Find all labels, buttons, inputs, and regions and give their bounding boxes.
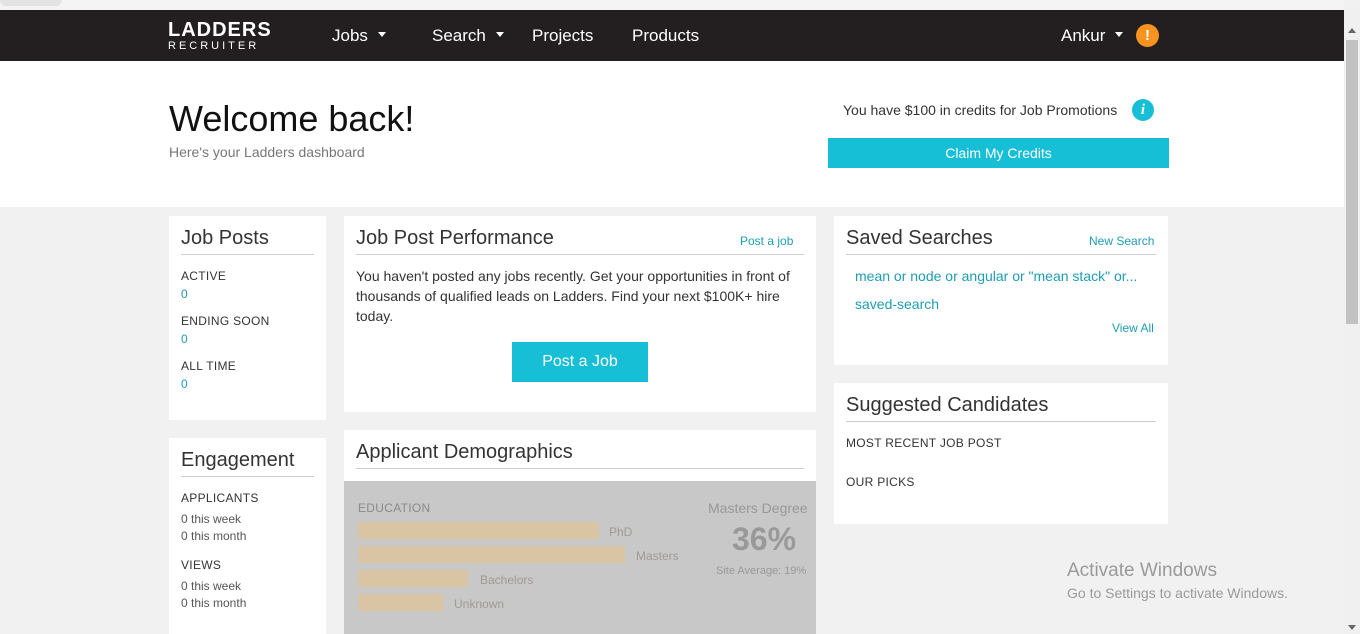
demographics-title: Applicant Demographics	[356, 441, 573, 463]
education-bar-label: Unknown	[454, 597, 505, 611]
applicants-month: 0 this month	[181, 529, 247, 543]
page-title: Welcome back!	[169, 98, 415, 139]
divider	[181, 476, 314, 477]
info-icon[interactable]: i	[1132, 99, 1154, 121]
active-value[interactable]: 0	[181, 287, 188, 301]
user-menu[interactable]: Ankur	[1061, 26, 1124, 46]
education-bar-bachelors	[358, 570, 468, 587]
page-subtitle: Here's your Ladders dashboard	[169, 144, 365, 160]
most-recent-job-post-label: MOST RECENT JOB POST	[846, 436, 1002, 450]
applicant-demographics-card: Applicant Demographics EDUCATION PhD Mas…	[344, 430, 816, 634]
nav-projects-label: Projects	[532, 26, 594, 45]
education-bar-unknown	[358, 594, 443, 611]
ending-soon-label: ENDING SOON	[181, 314, 270, 328]
all-time-label: ALL TIME	[181, 359, 237, 373]
education-bar-label: PhD	[609, 525, 633, 539]
alert-icon[interactable]: !	[1136, 24, 1159, 47]
performance-message: You haven't posted any jobs recently. Ge…	[356, 268, 790, 324]
views-week: 0 this week	[181, 579, 242, 593]
nav-projects[interactable]: Projects	[532, 26, 593, 46]
saved-search-item[interactable]: saved-search	[855, 296, 939, 312]
divider	[846, 254, 1156, 255]
divider	[356, 468, 804, 469]
applicants-week: 0 this week	[181, 512, 242, 526]
saved-searches-title: Saved Searches	[846, 227, 993, 249]
welcome-hero: Welcome back! Here's your Ladders dashbo…	[0, 61, 1344, 207]
top-navbar: LADDERS RECRUITER Jobs Search Projects P…	[0, 10, 1344, 61]
chevron-down-icon	[495, 32, 504, 38]
views-month: 0 this month	[181, 596, 247, 610]
job-posts-card: Job Posts ACTIVE 0 ENDING SOON 0 ALL TIM…	[169, 216, 326, 420]
post-a-job-button[interactable]: Post a Job	[512, 342, 648, 382]
browser-top-strip	[0, 0, 1344, 10]
scroll-down-arrow-icon[interactable]	[1348, 625, 1356, 630]
divider	[356, 254, 804, 255]
views-label: VIEWS	[181, 558, 222, 572]
chevron-down-icon	[1115, 32, 1124, 38]
chevron-down-icon	[377, 32, 386, 38]
new-search-link[interactable]: New Search	[1089, 234, 1154, 248]
nav-products[interactable]: Products	[632, 26, 699, 46]
our-picks-label: OUR PICKS	[846, 475, 915, 489]
highlight-degree-label: Masters Degree	[708, 500, 808, 516]
nav-products-label: Products	[632, 26, 700, 45]
activate-windows-title: Activate Windows	[1067, 560, 1217, 581]
ending-soon-value[interactable]: 0	[181, 332, 188, 346]
nav-search[interactable]: Search	[432, 26, 504, 46]
nav-jobs[interactable]: Jobs	[332, 26, 386, 46]
job-posts-title: Job Posts	[181, 227, 269, 249]
activate-windows-subtitle: Go to Settings to activate Windows.	[1067, 585, 1288, 601]
education-bar-phd	[358, 522, 599, 539]
scrollbar-thumb[interactable]	[1346, 40, 1358, 324]
logo-line-2: RECRUITER	[168, 40, 260, 52]
claim-credits-button[interactable]: Claim My Credits	[828, 138, 1169, 168]
saved-search-item[interactable]: mean or node or angular or "mean stack" …	[855, 268, 1137, 284]
demographics-loading-overlay: EDUCATION PhD Masters Bachelors Unknown …	[344, 481, 816, 634]
ladders-recruiter-logo[interactable]: LADDERS RECRUITER	[168, 20, 272, 52]
view-all-link[interactable]: View All	[1112, 321, 1154, 335]
credits-text: You have $100 in credits for Job Promoti…	[843, 102, 1118, 118]
post-a-job-link[interactable]: Post a job	[740, 234, 793, 248]
nav-search-label: Search	[432, 26, 486, 45]
user-name: Ankur	[1061, 26, 1106, 45]
education-label: EDUCATION	[358, 501, 431, 515]
education-bar-masters	[358, 546, 625, 563]
engagement-card: Engagement APPLICANTS 0 this week 0 this…	[169, 438, 326, 634]
applicants-label: APPLICANTS	[181, 491, 259, 505]
divider	[181, 254, 314, 255]
scroll-up-arrow-icon[interactable]	[1348, 28, 1356, 33]
education-bar-label: Bachelors	[480, 573, 534, 587]
saved-searches-card: Saved Searches New Search mean or node o…	[834, 216, 1168, 365]
browser-tab-stub[interactable]	[0, 0, 62, 6]
suggested-candidates-card: Suggested Candidates MOST RECENT JOB POS…	[834, 383, 1168, 524]
site-average: Site Average: 19%	[716, 565, 807, 577]
vertical-scrollbar[interactable]	[1344, 10, 1360, 634]
education-bar-label: Masters	[636, 549, 679, 563]
all-time-value[interactable]: 0	[181, 377, 188, 391]
job-post-performance-card: Job Post Performance Post a job You have…	[344, 216, 816, 412]
active-label: ACTIVE	[181, 269, 227, 283]
highlight-percent: 36%	[732, 521, 797, 557]
engagement-title: Engagement	[181, 449, 295, 471]
divider	[846, 421, 1156, 422]
nav-jobs-label: Jobs	[332, 26, 368, 45]
performance-title: Job Post Performance	[356, 227, 554, 249]
suggested-title: Suggested Candidates	[846, 394, 1049, 416]
logo-line-1: LADDERS	[168, 19, 272, 41]
